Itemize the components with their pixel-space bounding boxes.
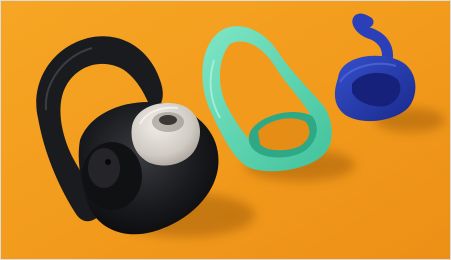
product-photo [0, 0, 451, 260]
